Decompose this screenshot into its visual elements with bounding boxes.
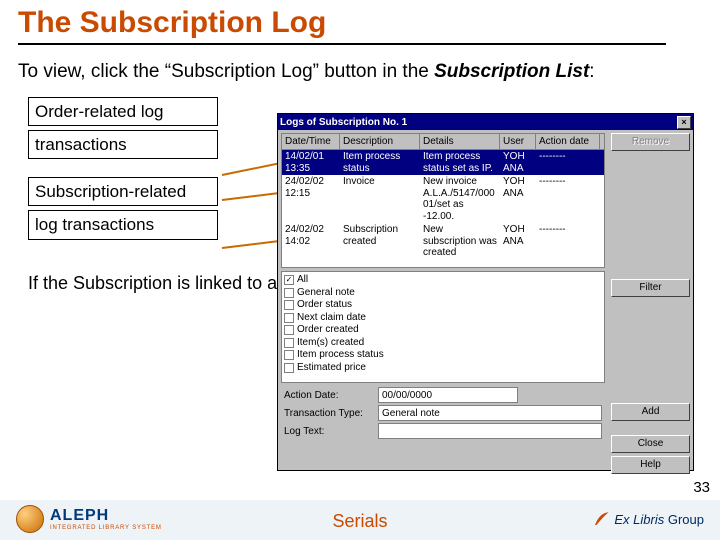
- help-button[interactable]: Help: [611, 456, 690, 474]
- cell-det: New subscription was created: [420, 223, 500, 260]
- grid-header: Date/Time Description Details User Actio…: [282, 134, 604, 150]
- cell-desc: Item process status: [340, 150, 420, 175]
- log-grid[interactable]: Date/Time Description Details User Actio…: [281, 133, 605, 268]
- check-label: All: [297, 274, 308, 287]
- log-dialog: Logs of Subscription No. 1 × Date/Time D…: [277, 113, 694, 471]
- col-datetime: Date/Time: [282, 134, 340, 149]
- cell-user: YOH ANA: [500, 150, 536, 175]
- sub-line-2: log transactions: [28, 210, 218, 239]
- slide-title: The Subscription Log: [18, 6, 666, 45]
- action-date-field[interactable]: [378, 387, 518, 403]
- check-label: Estimated price: [297, 362, 366, 375]
- checkbox-icon[interactable]: [284, 350, 294, 360]
- check-item-process[interactable]: Item process status: [284, 349, 602, 362]
- sub-line-1: Subscription-related: [28, 177, 218, 206]
- checkbox-icon[interactable]: [284, 325, 294, 335]
- check-label: Item(s) created: [297, 337, 364, 350]
- form-area: Action Date: Transaction Type: Log Text:: [281, 383, 605, 443]
- cell-dt: 24/02/02 12:15: [282, 175, 340, 223]
- order-line-1: Order-related log: [28, 97, 218, 126]
- aleph-tagline: INTEGRATED LIBRARY SYSTEM: [50, 525, 162, 531]
- cell-ad: --------: [536, 223, 600, 260]
- check-all[interactable]: ✓All: [284, 274, 602, 287]
- check-est-price[interactable]: Estimated price: [284, 362, 602, 375]
- intro-text: To view, click the “Subscription Log” bu…: [18, 59, 702, 85]
- col-description: Description: [340, 134, 420, 149]
- grid-row[interactable]: 14/02/01 13:35 Item process status Item …: [282, 150, 604, 175]
- cell-ad: --------: [536, 175, 600, 223]
- check-next-claim[interactable]: Next claim date: [284, 312, 602, 325]
- grid-row[interactable]: 24/02/02 12:15 Invoice New invoice A.L.A…: [282, 175, 604, 223]
- check-label: Order created: [297, 324, 359, 337]
- leaf-icon: [592, 510, 610, 528]
- footer-center: Serials: [332, 511, 387, 532]
- check-label: Item process status: [297, 349, 384, 362]
- exlibris-group: Group: [668, 512, 704, 527]
- cell-desc: Invoice: [340, 175, 420, 223]
- cell-det: Item process status set as IP.: [420, 150, 500, 175]
- close-button[interactable]: Close: [611, 435, 690, 453]
- checkbox-icon[interactable]: [284, 288, 294, 298]
- label-trans-type: Transaction Type:: [284, 408, 374, 419]
- page-number: 33: [693, 479, 710, 496]
- filter-checklist: ✓All General note Order status Next clai…: [281, 271, 605, 383]
- dialog-titlebar: Logs of Subscription No. 1 ×: [278, 114, 693, 130]
- grid-row[interactable]: 24/02/02 14:02 Subscription created New …: [282, 223, 604, 260]
- dialog-title-text: Logs of Subscription No. 1: [280, 117, 407, 128]
- check-order-status[interactable]: Order status: [284, 299, 602, 312]
- intro-post: :: [589, 61, 594, 82]
- transaction-type-field[interactable]: [378, 405, 602, 421]
- cell-dt: 14/02/01 13:35: [282, 150, 340, 175]
- cell-user: YOH ANA: [500, 175, 536, 223]
- check-order-created[interactable]: Order created: [284, 324, 602, 337]
- col-user: User: [500, 134, 536, 149]
- exlibris-logo: Ex Libris Group: [592, 510, 704, 528]
- aleph-text: ALEPH: [50, 507, 162, 525]
- intro-emph: Subscription List: [434, 61, 589, 82]
- log-text-field[interactable]: [378, 423, 602, 439]
- cell-ad: --------: [536, 150, 600, 175]
- cell-det: New invoice A.L.A./5147/000 01/set as -1…: [420, 175, 500, 223]
- cell-dt: 24/02/02 14:02: [282, 223, 340, 260]
- globe-icon: [16, 505, 44, 533]
- checkbox-icon[interactable]: [284, 313, 294, 323]
- intro-pre: To view, click the “Subscription Log” bu…: [18, 61, 434, 82]
- order-line-2: transactions: [28, 130, 218, 159]
- col-actiondate: Action date: [536, 134, 600, 149]
- check-label: Next claim date: [297, 312, 366, 325]
- checkbox-icon[interactable]: [284, 363, 294, 373]
- checkbox-icon[interactable]: [284, 338, 294, 348]
- label-action-date: Action Date:: [284, 390, 374, 401]
- close-icon[interactable]: ×: [677, 116, 691, 129]
- check-general-note[interactable]: General note: [284, 287, 602, 300]
- exlibris-text: Ex Libris: [614, 512, 664, 527]
- add-button[interactable]: Add: [611, 403, 690, 421]
- cell-user: YOH ANA: [500, 223, 536, 260]
- check-label: General note: [297, 287, 355, 300]
- aleph-logo: ALEPH INTEGRATED LIBRARY SYSTEM: [16, 505, 162, 533]
- col-details: Details: [420, 134, 500, 149]
- check-label: Order status: [297, 299, 352, 312]
- label-log-text: Log Text:: [284, 426, 374, 437]
- filter-button[interactable]: Filter: [611, 279, 690, 297]
- checkbox-icon[interactable]: ✓: [284, 275, 294, 285]
- check-items-created[interactable]: Item(s) created: [284, 337, 602, 350]
- remove-button[interactable]: Remove Ac.Date: [611, 133, 690, 151]
- checkbox-icon[interactable]: [284, 300, 294, 310]
- cell-desc: Subscription created: [340, 223, 420, 260]
